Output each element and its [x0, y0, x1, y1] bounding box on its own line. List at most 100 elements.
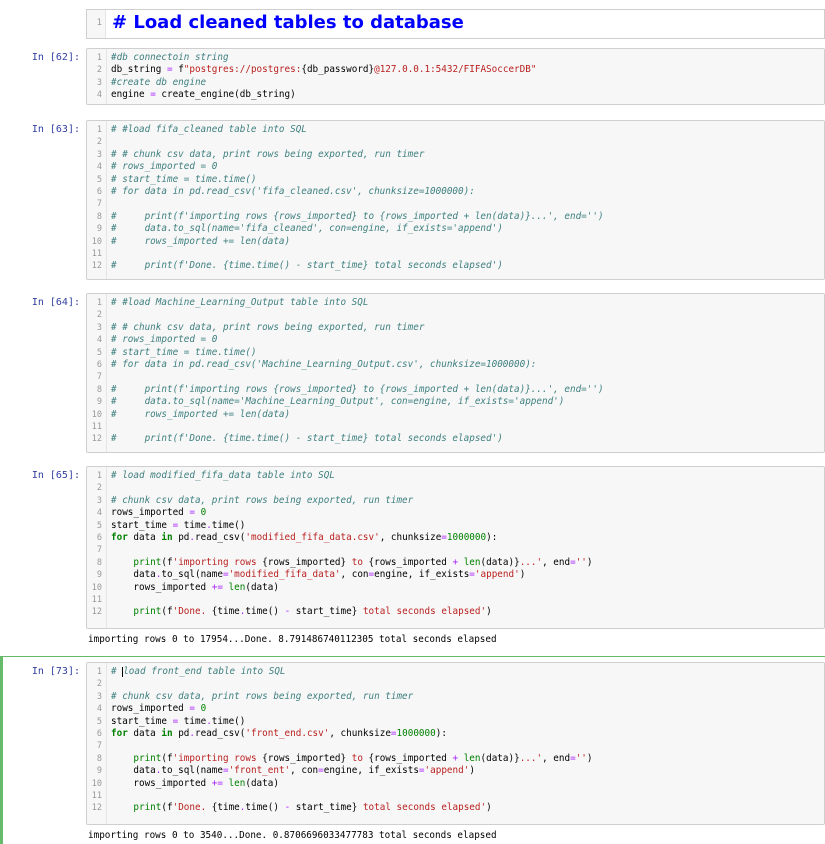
code-line: 12 # print(f'Done. {time.time() - start_t… — [87, 433, 824, 445]
code-token: print — [133, 752, 162, 764]
code-token: # # chunk csv data, print rows being exp… — [111, 148, 425, 160]
code-text: # #load Machine_Learning_Output table in… — [111, 297, 368, 309]
code-token: (data)} — [480, 752, 520, 764]
code-token: 'modified_fifa_data.csv' — [245, 531, 380, 543]
code-token: print — [133, 802, 162, 814]
code-token: ) — [469, 765, 475, 777]
code-text: # for data in pd.read_csv('Machine_Learn… — [111, 359, 536, 371]
code-token: += — [211, 777, 223, 789]
code-editor[interactable]: 1 # #load fifa_cleaned table into SQL 2 3 # … — [86, 120, 825, 280]
line-number: 3 — [96, 149, 102, 160]
code-token: (f — [161, 802, 173, 814]
code-cell[interactable]: In [73]: 1 # load front_end table into SQL… — [0, 662, 825, 825]
code-token: total seconds elapsed' — [357, 606, 487, 618]
code-line: 7 — [87, 371, 824, 383]
code-editor[interactable]: 1 # #load Machine_Learning_Output table i… — [86, 293, 825, 453]
code-line: 10 rows_imported += len(data) — [87, 778, 824, 790]
code-token: {time — [211, 606, 240, 618]
code-token: 0 — [200, 703, 207, 715]
code-cell[interactable]: In [65]: 1 # load modified_fifa_data table… — [0, 466, 825, 629]
code-line: 1 # load modified_fifa_data table into SQ… — [87, 470, 824, 482]
line-number: 4 — [96, 162, 102, 173]
line-number: 4 — [96, 704, 102, 715]
code-token: rows_imported — [111, 581, 212, 593]
code-line: 7 — [87, 544, 824, 556]
code-token: 1000000 — [446, 531, 487, 543]
code-line: 6 for data in pd.read_csv('modified_fifa_… — [87, 532, 824, 544]
code-line: 4 rows_imported = 0 — [87, 507, 824, 519]
line-number: 8 — [96, 211, 102, 222]
code-token: 'modified_fifa_data' — [228, 569, 341, 581]
line-number: 6 — [96, 532, 102, 543]
line-number: 1 — [96, 471, 102, 481]
input-prompt: In [62]: — [31, 52, 80, 63]
code-token: # rows_imported += len(data) — [111, 408, 291, 420]
code-token: to_sql(name — [161, 765, 223, 777]
markdown-cell[interactable]: 1 # Load cleaned tables to database — [86, 9, 825, 39]
line-number: 11 — [91, 790, 102, 801]
code-text: # rows_imported = 0 — [111, 334, 217, 346]
code-token: engine — [111, 89, 151, 101]
code-token: data — [127, 531, 162, 543]
line-number: 1 — [96, 53, 102, 63]
code-token: (f — [161, 556, 173, 568]
code-token: engine, if_exists — [323, 765, 419, 777]
code-line: 5 start_time = time.time() — [87, 716, 824, 728]
code-token: (data)} — [480, 556, 520, 568]
code-text: data.to_sql(name='front_ent', con=engine… — [111, 765, 475, 777]
line-number: 6 — [96, 359, 102, 370]
code-token: # # chunk csv data, print rows being exp… — [111, 321, 425, 333]
code-token: ...' — [519, 752, 543, 764]
code-editor[interactable]: 1 # load modified_fifa_data table into SQ… — [86, 466, 825, 629]
code-line: 3 # # chunk csv data, print rows being ex… — [87, 322, 824, 334]
code-token: print — [133, 556, 162, 568]
code-token: to_sql(name — [161, 569, 223, 581]
line-number: 2 — [96, 65, 102, 76]
code-line: 12 print(f'Done. {time.time() - start_ti… — [87, 606, 824, 618]
code-line: 1 # #load fifa_cleaned table into SQL — [87, 124, 824, 136]
code-token: db_string — [111, 64, 167, 76]
code-text: print(f'Done. {time.time() - start_time}… — [111, 606, 491, 618]
markdown-heading: # Load cleaned tables to database — [112, 12, 464, 33]
code-text: # data.to_sql(name='fifa_cleaned', con=e… — [111, 223, 503, 235]
code-cell[interactable]: In [64]: 1 # #load Machine_Learning_Output… — [0, 293, 825, 453]
code-token: rows_imported — [111, 777, 212, 789]
line-number: 5 — [96, 174, 102, 185]
line-number: 7 — [96, 545, 102, 556]
code-token: time() — [211, 519, 246, 531]
line-number: 8 — [96, 557, 102, 568]
line-number: 8 — [96, 753, 102, 764]
code-line: 6 # for data in pd.read_csv('Machine_Lear… — [87, 359, 824, 371]
code-text: rows_imported += len(data) — [111, 582, 279, 594]
code-cell[interactable]: In [62]: 1 #db connectoin string 2 db_string… — [0, 48, 825, 105]
code-line: 4 # rows_imported = 0 — [87, 161, 824, 173]
code-text: # print(f'importing rows {rows_imported}… — [111, 211, 604, 223]
code-text: # #load fifa_cleaned table into SQL — [111, 124, 307, 136]
code-token: # chunk csv data, print rows being expor… — [111, 494, 414, 506]
code-editor[interactable]: 1 # load front_end table into SQL 2 3 # chun… — [86, 662, 825, 825]
code-line: 3 # # chunk csv data, print rows being ex… — [87, 149, 824, 161]
code-editor[interactable]: 1 #db connectoin string 2 db_string = f"pos… — [86, 48, 825, 105]
code-line: 8 # print(f'importing rows {rows_imported… — [87, 211, 824, 223]
code-text: #create db engine — [111, 77, 206, 89]
code-line: 8 print(f'importing rows {rows_imported}… — [87, 753, 824, 765]
code-token: print — [133, 606, 162, 618]
code-token: total seconds elapsed' — [357, 802, 487, 814]
code-text: # # chunk csv data, print rows being exp… — [111, 149, 424, 161]
code-token: 'append' — [424, 765, 470, 777]
code-token: , con — [290, 765, 319, 777]
line-number: 5 — [96, 520, 102, 531]
code-token: len — [228, 581, 246, 593]
code-line: 3 # chunk csv data, print rows being expo… — [87, 691, 824, 703]
code-token: read_csv( — [195, 727, 246, 739]
code-token: # for data in pd.read_csv('fifa_cleaned.… — [111, 185, 475, 197]
code-cell[interactable]: In [63]: 1 # #load fifa_cleaned table into… — [0, 120, 825, 280]
code-line: 4 engine = create_engine(db_string) — [87, 89, 824, 101]
line-number: 2 — [96, 310, 102, 321]
line-number: 12 — [91, 607, 102, 618]
code-token: # data.to_sql(name='Machine_Learning_Out… — [111, 396, 565, 408]
code-token: ): — [486, 531, 498, 543]
code-token: in — [161, 727, 173, 739]
